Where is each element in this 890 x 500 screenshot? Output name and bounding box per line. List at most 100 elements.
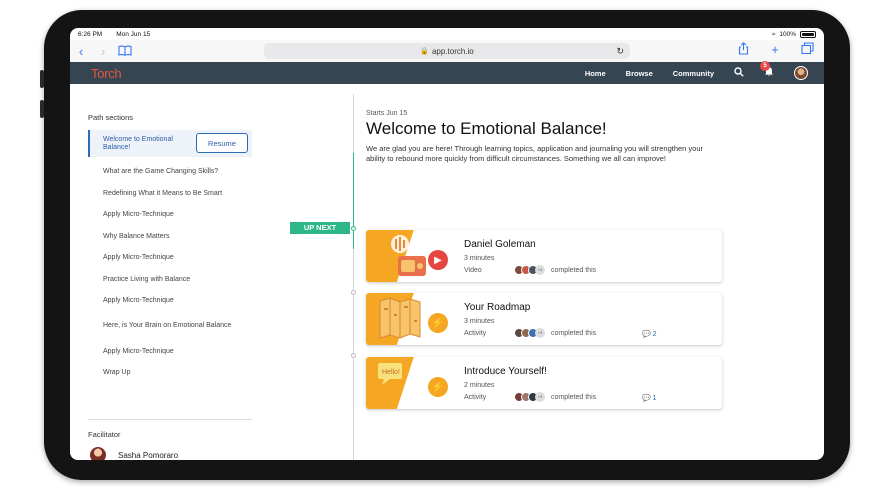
facilitator-name: Sasha Pomoraro	[118, 450, 179, 460]
card-thumbnail	[366, 293, 434, 345]
lock-icon: 🔒	[420, 48, 429, 55]
section-item[interactable]: Here, is Your Brain on Emotional Balance	[88, 312, 252, 341]
facilitator[interactable]: Sasha Pomoraro	[90, 447, 178, 460]
section-list: Welcome to Emotional Balance! Resume Wha…	[88, 130, 252, 384]
path-sections-sidebar: Path sections Welcome to Emotional Balan…	[70, 84, 254, 460]
section-item[interactable]: Apply Micro-Technique	[88, 247, 252, 269]
card-type: Activity	[464, 394, 487, 401]
section-item[interactable]: Apply Micro-Technique	[88, 290, 252, 312]
screen: 6:26 PM Mon Jun 15 ≈ 100% ‹ › 🔒 app.torc…	[70, 28, 824, 460]
volume-button	[40, 70, 44, 88]
section-item[interactable]: Practice Living with Balance	[88, 269, 252, 291]
divider	[88, 419, 252, 420]
facilitator-avatar	[90, 447, 106, 460]
forward-icon[interactable]: ›	[92, 44, 114, 59]
section-label: Apply Micro-Technique	[103, 254, 174, 262]
reload-icon[interactable]: ↻	[616, 46, 624, 57]
battery-percent: 100%	[779, 30, 796, 38]
timeline-dot	[351, 290, 356, 295]
tabs-icon[interactable]	[796, 42, 818, 58]
section-item[interactable]: Why Balance Matters	[88, 226, 252, 248]
lightning-icon: ⚡	[428, 313, 448, 333]
up-next-label: UP NEXT	[290, 222, 350, 234]
comment-count-value: 1	[652, 395, 657, 402]
section-label: Apply Micro-Technique	[103, 347, 174, 355]
comment-count-value: 2	[652, 331, 657, 338]
section-item[interactable]: Welcome to Emotional Balance! Resume	[88, 130, 252, 157]
notifications-button[interactable]: 5	[760, 61, 774, 80]
search-icon[interactable]	[734, 66, 744, 80]
user-avatar[interactable]	[794, 66, 808, 80]
avatar-overflow: +4	[535, 328, 545, 338]
card-title: Introduce Yourself!	[464, 366, 547, 377]
status-time: 6:26 PM	[78, 30, 103, 38]
back-icon[interactable]: ‹	[70, 44, 92, 59]
timeline-dot	[351, 226, 356, 231]
map-illustration	[379, 297, 421, 339]
timeline-line	[353, 94, 354, 460]
nav-browse[interactable]: Browse	[626, 69, 653, 78]
section-label: What are the Game Changing Skills?	[103, 168, 219, 176]
status-date: Mon Jun 15	[116, 30, 151, 38]
card-duration: 3 minutes	[464, 255, 495, 262]
start-date: Starts Jun 15	[366, 110, 408, 117]
battery-icon	[800, 30, 816, 38]
section-label: Wrap Up	[103, 369, 131, 377]
path-description: We are glad you are here! Through learni…	[366, 144, 704, 163]
radio-illustration	[391, 235, 426, 276]
lightning-icon: ⚡	[428, 377, 448, 397]
section-label: Apply Micro-Technique	[103, 211, 174, 219]
status-bar: 6:26 PM Mon Jun 15 ≈ 100%	[70, 28, 824, 40]
section-label: Practice Living with Balance	[103, 275, 191, 283]
section-label: Welcome to Emotional Balance!	[103, 135, 173, 151]
sidebar-heading: Path sections	[88, 113, 134, 122]
comment-icon: 💬	[642, 331, 651, 338]
page-title: Welcome to Emotional Balance!	[366, 119, 607, 138]
section-item[interactable]: Redefining What it Means to Be Smart	[88, 183, 252, 205]
card-title: Daniel Goleman	[464, 239, 536, 250]
content-card[interactable]: Hello! ⚡ Introduce Yourself! 2 minutes A…	[366, 357, 722, 409]
comment-count[interactable]: 💬 1	[642, 394, 657, 402]
battery-level	[802, 32, 814, 36]
section-item[interactable]: What are the Game Changing Skills?	[88, 161, 252, 183]
completed-avatars: +4 completed this	[514, 392, 596, 402]
section-item[interactable]: Wrap Up	[88, 362, 252, 384]
share-icon[interactable]	[732, 42, 754, 58]
section-label: Apply Micro-Technique	[103, 297, 174, 305]
section-item[interactable]: Apply Micro-Technique	[88, 204, 252, 226]
avatar-overflow: +4	[535, 265, 545, 275]
avatar-overflow: +4	[535, 392, 545, 402]
section-label: Here, is Your Brain on Emotional Balance	[103, 322, 232, 329]
card-title: Your Roadmap	[464, 302, 531, 313]
nav-community[interactable]: Community	[673, 69, 714, 78]
card-thumbnail	[366, 230, 434, 282]
comment-icon: 💬	[642, 395, 651, 402]
content-card[interactable]: ⚡ Your Roadmap 3 minutes Activity +4 com…	[366, 293, 722, 345]
browser-toolbar: ‹ › 🔒 app.torch.io ↻ +	[70, 40, 824, 62]
resume-button[interactable]: Resume	[196, 133, 248, 153]
completed-label: completed this	[551, 266, 597, 274]
volume-button	[40, 100, 44, 118]
bookmarks-icon[interactable]	[114, 44, 136, 59]
url-text: app.torch.io	[431, 46, 474, 56]
new-tab-icon[interactable]: +	[764, 42, 786, 58]
comment-count[interactable]: 💬 2	[642, 330, 657, 338]
section-label: Redefining What it Means to Be Smart	[103, 189, 223, 197]
completed-avatars: +4 completed this	[514, 265, 596, 275]
timeline-dot	[351, 353, 356, 358]
torch-logo[interactable]: Torch	[91, 66, 122, 81]
card-duration: 3 minutes	[464, 318, 495, 325]
nav-home[interactable]: Home	[585, 69, 606, 78]
facilitator-heading: Facilitator	[88, 430, 121, 439]
notification-badge: 5	[760, 61, 770, 71]
card-type: Activity	[464, 330, 487, 337]
completed-avatars: +4 completed this	[514, 328, 596, 338]
wifi-icon: ≈	[771, 30, 776, 38]
completed-label: completed this	[551, 329, 597, 337]
card-thumbnail: Hello!	[366, 357, 434, 409]
address-bar[interactable]: 🔒 app.torch.io ↻	[264, 43, 630, 59]
content-card[interactable]: ▶ Daniel Goleman 3 minutes Video +4 comp…	[366, 230, 722, 282]
svg-text:Hello!: Hello!	[382, 369, 400, 376]
card-type: Video	[464, 267, 482, 274]
section-item[interactable]: Apply Micro-Technique	[88, 341, 252, 363]
